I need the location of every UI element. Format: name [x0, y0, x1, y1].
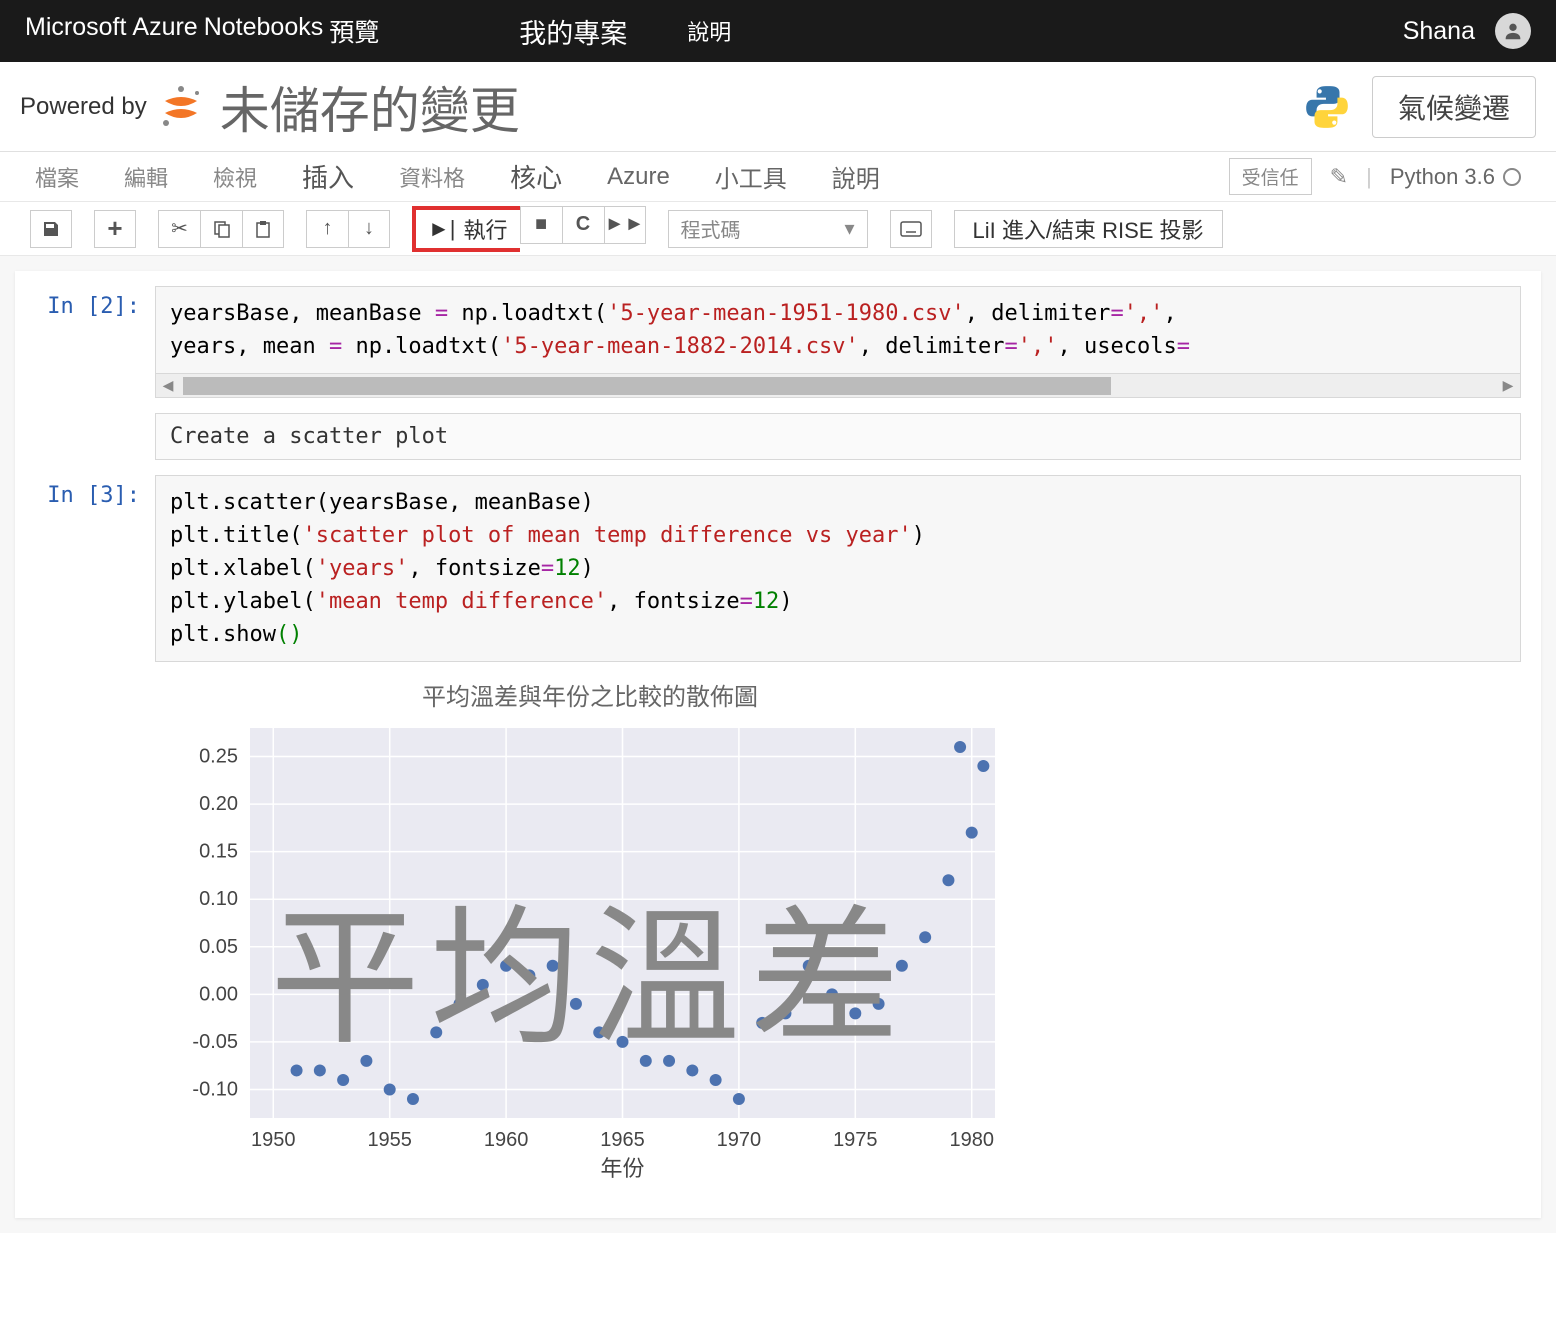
svg-text:0.05: 0.05	[199, 936, 238, 958]
move-up-button[interactable]: ↑	[306, 210, 348, 248]
run-button[interactable]: ►| 執行	[412, 206, 520, 252]
kernel-status-icon	[1503, 168, 1521, 186]
menu-kernel[interactable]: 核心	[510, 158, 562, 195]
scroll-thumb[interactable]	[183, 377, 1111, 395]
brand-microsoft[interactable]: Microsoft	[25, 13, 126, 49]
chart-output: 平均溫差與年份之比較的散佈圖 1950195519601965197019751…	[155, 677, 1025, 1188]
svg-text:-0.10: -0.10	[192, 1078, 238, 1100]
scroll-left-icon[interactable]: ◀	[156, 377, 180, 394]
svg-text:-0.05: -0.05	[192, 1031, 238, 1053]
nav-my-project[interactable]: 我的專案	[519, 12, 627, 51]
user-name: Shana	[1403, 17, 1475, 46]
copy-button[interactable]	[200, 210, 242, 248]
nav-help[interactable]: 說明	[687, 15, 731, 47]
kernel-name: Python 3.6	[1390, 164, 1495, 190]
edit-group: ✂	[158, 210, 284, 248]
user-area[interactable]: Shana	[1403, 13, 1531, 49]
toolbar: + ✂ ↑ ↓ ►| 執行 ■ C ►► 程式碼 ▾ LiI 進入/結束 RIS…	[0, 202, 1556, 256]
svg-text:年份: 年份	[600, 1156, 644, 1181]
python-logo-icon	[1302, 82, 1352, 132]
menu-help[interactable]: 說明	[832, 159, 880, 194]
paste-button[interactable]	[242, 210, 284, 248]
svg-text:1955: 1955	[367, 1129, 412, 1151]
svg-text:1950: 1950	[251, 1129, 296, 1151]
avatar-icon[interactable]	[1495, 13, 1531, 49]
menu-view[interactable]: 檢視	[213, 161, 257, 193]
restart-button[interactable]: C	[562, 206, 604, 244]
prompt-in-2: In [2]:	[35, 286, 155, 398]
kernel-indicator[interactable]: Python 3.6	[1390, 164, 1521, 190]
menu-file[interactable]: 檔案	[35, 161, 79, 193]
edit-icon[interactable]: ✎	[1330, 164, 1348, 190]
svg-text:0.25: 0.25	[199, 746, 238, 768]
code-input-3[interactable]: plt.scatter(yearsBase, meanBase) plt.tit…	[155, 475, 1521, 662]
powered-by-label: Powered by	[20, 93, 147, 121]
brand-preview: 預覽	[329, 13, 379, 49]
run-group: ►| 執行 ■ C ►►	[412, 206, 646, 252]
top-bar: Microsoft Azure Notebooks 預覽 我的專案 說明 Sha…	[0, 0, 1556, 62]
markdown-content[interactable]: Create a scatter plot	[155, 413, 1521, 460]
cell-type-value: 程式碼	[681, 214, 741, 243]
rise-button[interactable]: LiI 進入/結束 RISE 投影	[954, 210, 1223, 248]
fast-forward-button[interactable]: ►►	[604, 206, 646, 244]
scatter-plot: 1950 1955 1960 1965 1970 1975 1980 -0.10 -0.05 0.…	[155, 718, 1025, 1188]
save-button[interactable]	[30, 210, 72, 248]
svg-text:1970: 1970	[717, 1129, 762, 1151]
svg-text:0.00: 0.00	[199, 983, 238, 1005]
scroll-right-icon[interactable]: ▶	[1496, 377, 1520, 394]
project-button[interactable]: 氣候變遷	[1372, 76, 1536, 138]
sub-bar: Powered by 未儲存的變更 氣候變遷	[0, 62, 1556, 152]
menu-edit[interactable]: 編輯	[124, 161, 168, 193]
code-input-2[interactable]: yearsBase, meanBase = np.loadtxt('5-year…	[155, 286, 1521, 374]
svg-text:1980: 1980	[949, 1129, 994, 1151]
keyboard-button[interactable]	[890, 210, 932, 248]
cell-type-select[interactable]: 程式碼 ▾	[668, 210, 868, 248]
svg-text:0.15: 0.15	[199, 841, 238, 863]
move-group: ↑ ↓	[306, 210, 390, 248]
trusted-badge[interactable]: 受信任	[1229, 158, 1312, 195]
jupyter-logo-icon	[157, 83, 205, 131]
menu-bar: 檔案 編輯 檢視 插入 資料格 核心 Azure 小工具 說明 受信任 ✎ | …	[0, 152, 1556, 202]
svg-text:1965: 1965	[600, 1129, 645, 1151]
menu-widgets[interactable]: 小工具	[715, 159, 787, 194]
svg-text:0.20: 0.20	[199, 793, 238, 815]
add-cell-button[interactable]: +	[94, 210, 136, 248]
run-label: 執行	[464, 213, 508, 245]
prompt-in-3: In [3]:	[35, 475, 155, 662]
code-cell-2[interactable]: In [2]: yearsBase, meanBase = np.loadtxt…	[35, 286, 1521, 398]
run-icon: ►|	[428, 216, 456, 242]
markdown-cell[interactable]: Create a scatter plot	[35, 413, 1521, 460]
menu-insert[interactable]: 插入	[302, 158, 354, 195]
chart-title: 平均溫差與年份之比較的散佈圖	[155, 677, 1025, 712]
move-down-button[interactable]: ↓	[348, 210, 390, 248]
brand-notebooks[interactable]: Notebooks	[204, 13, 324, 49]
horizontal-scrollbar[interactable]: ◀ ▶	[155, 374, 1521, 398]
cut-button[interactable]: ✂	[158, 210, 200, 248]
chevron-down-icon: ▾	[844, 216, 854, 241]
notebook-area: In [2]: yearsBase, meanBase = np.loadtxt…	[0, 256, 1556, 1233]
menu-azure[interactable]: Azure	[607, 163, 670, 191]
stop-button[interactable]: ■	[520, 206, 562, 244]
save-status: 未儲存的變更	[220, 71, 520, 143]
svg-text:1960: 1960	[484, 1129, 529, 1151]
svg-text:0.10: 0.10	[199, 888, 238, 910]
brand[interactable]: Microsoft Azure Notebooks 預覽	[25, 13, 379, 49]
brand-azure[interactable]: Azure	[132, 13, 197, 49]
prompt-empty	[35, 413, 155, 460]
code-cell-3[interactable]: In [3]: plt.scatter(yearsBase, meanBase)…	[35, 475, 1521, 662]
svg-text:1975: 1975	[833, 1129, 878, 1151]
menu-cellfmt[interactable]: 資料格	[399, 161, 465, 193]
